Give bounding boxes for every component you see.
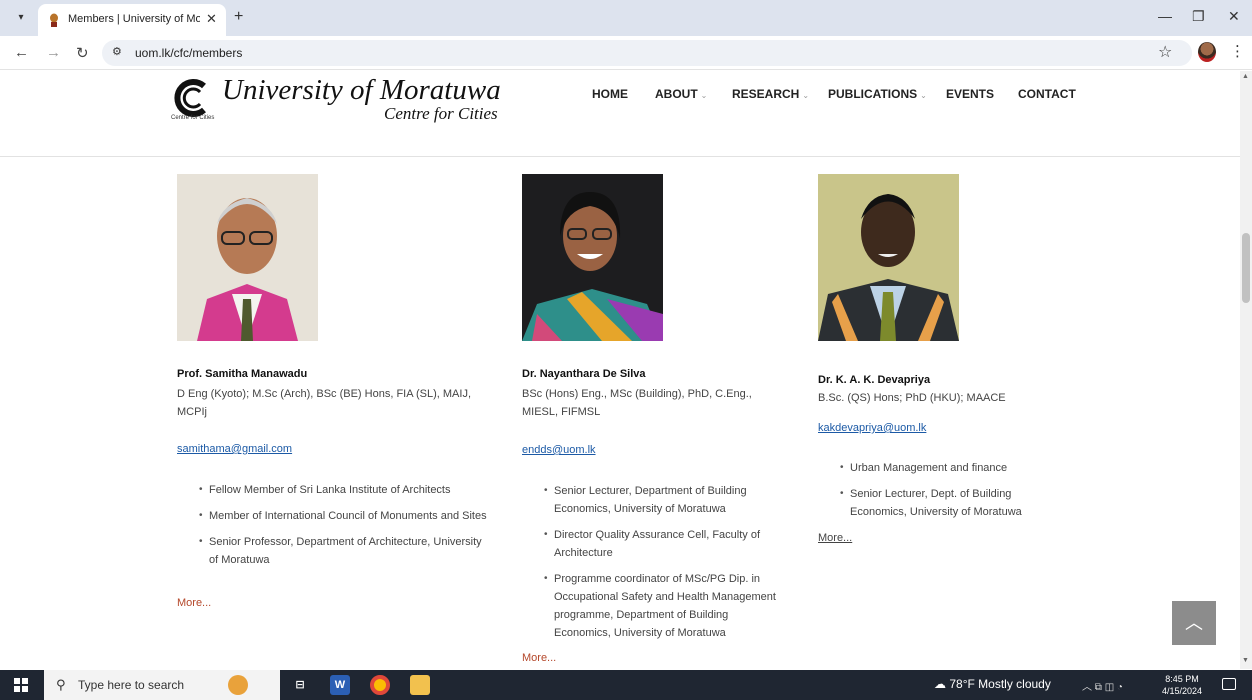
list-item: Senior Professor, Department of Architec… [177, 533, 487, 569]
member-more-link[interactable]: More... [177, 597, 211, 609]
logo-small-caption: Centre for Cities [171, 115, 215, 121]
task-view-icon[interactable]: ⊟ [290, 675, 310, 695]
scroll-down-icon[interactable]: ▼ [1242, 657, 1249, 664]
nav-contact-label: CONTACT [1018, 87, 1076, 101]
cloud-icon: ☁ [934, 677, 946, 691]
clock-time: 8:45 PM [1165, 674, 1199, 684]
logo-title: University of Moratuwa [222, 74, 501, 106]
member-more-link[interactable]: More... [522, 652, 556, 664]
header-divider [0, 156, 1240, 157]
member-email-link[interactable]: endds@uom.lk [522, 444, 596, 456]
close-window-icon[interactable]: ✕ [1228, 8, 1240, 25]
nav-events-label: EVENTS [946, 87, 995, 101]
logo-subtitle: Centre for Cities [384, 104, 498, 123]
tab-search-chevron-icon[interactable]: ▾ [10, 8, 32, 28]
chrome-app-icon[interactable] [370, 675, 390, 695]
university-favicon-icon [50, 13, 58, 27]
scrollbar-thumb[interactable] [1242, 233, 1250, 303]
nav-about[interactable]: ABOUT ⌄ [655, 87, 707, 101]
chevron-up-icon: ︿ [1185, 613, 1203, 633]
browser-tab-bar: ▾ Members | University of Moratu ✕ + — ❐… [0, 0, 1252, 36]
system-tray[interactable]: ︿ ⧉ ◫ ◔ [1082, 678, 1123, 693]
windows-start-icon[interactable] [14, 678, 28, 692]
bookmark-star-icon[interactable]: ☆ [1158, 42, 1172, 62]
nav-events[interactable]: EVENTS [946, 87, 994, 101]
address-bar[interactable]: ⚙ uom.lk/cfc/members [102, 40, 1192, 66]
search-highlight-icon[interactable] [228, 675, 248, 695]
new-tab-icon[interactable]: + [234, 8, 243, 26]
member-roles-list: Urban Management and finance Senior Lect… [818, 459, 1058, 529]
browser-tab[interactable]: Members | University of Moratu ✕ [38, 4, 226, 36]
reload-icon[interactable]: ↻ [76, 44, 89, 62]
weather-widget[interactable]: ☁ 78°F Mostly cloudy [934, 677, 1051, 691]
profile-avatar[interactable] [1198, 42, 1216, 62]
chevron-down-icon: ⌄ [802, 91, 810, 100]
forward-arrow-icon[interactable]: → [46, 44, 61, 61]
word-app-icon[interactable]: W [330, 675, 350, 695]
back-to-top-button[interactable]: ︿ [1172, 601, 1216, 645]
clock[interactable]: 8:45 PM 4/15/2024 [1162, 673, 1202, 697]
nav-publications[interactable]: PUBLICATIONS ⌄ [828, 87, 927, 101]
list-item: Urban Management and finance [818, 459, 1058, 477]
windows-taskbar: ⚲ Type here to search ⊟ W ☁ 78°F Mostly … [0, 670, 1252, 700]
list-item: Director Quality Assurance Cell, Faculty… [522, 526, 787, 562]
nav-publications-label: PUBLICATIONS [828, 87, 918, 101]
list-item: Senior Lecturer, Dept. of Building Econo… [818, 485, 1058, 521]
file-explorer-icon[interactable] [410, 675, 430, 695]
nav-home-label: HOME [592, 87, 628, 101]
site-logo[interactable]: Centre for Cities University of Moratuwa… [170, 74, 550, 132]
nav-about-label: ABOUT [655, 87, 698, 101]
member-qualifications: BSc (Hons) Eng., MSc (Building), PhD, C.… [522, 388, 752, 418]
member-name: Dr. Nayanthara De Silva [522, 368, 646, 380]
member-more-link[interactable]: More... [818, 532, 852, 544]
member-name: Prof. Samitha Manawadu [177, 368, 308, 380]
nav-home[interactable]: HOME [592, 87, 628, 101]
list-item: Programme coordinator of MSc/PG Dip. in … [522, 570, 787, 642]
page-scrollbar[interactable]: ▲ ▼ [1240, 71, 1252, 669]
member-name: Dr. K. A. K. Devapriya [818, 374, 931, 386]
member-roles-list: Senior Lecturer, Department of Building … [522, 482, 787, 650]
browser-toolbar: ← → ↻ ⚙ uom.lk/cfc/members [0, 36, 1252, 70]
taskbar-search-placeholder: Type here to search [78, 678, 185, 692]
nav-research-label: RESEARCH [732, 87, 800, 101]
minimize-icon[interactable]: — [1158, 8, 1172, 24]
chevron-down-icon: ⌄ [920, 91, 927, 100]
list-item: Member of International Council of Monum… [177, 507, 487, 525]
member-photo [818, 174, 959, 341]
member-qualifications: B.Sc. (QS) Hons; PhD (HKU); MAACE [818, 392, 1006, 404]
list-item: Senior Lecturer, Department of Building … [522, 482, 787, 518]
page-viewport: Centre for Cities University of Moratuwa… [0, 71, 1240, 669]
scroll-up-icon[interactable]: ▲ [1242, 73, 1249, 80]
back-arrow-icon[interactable]: ← [14, 44, 29, 61]
search-icon: ⚲ [56, 677, 66, 692]
maximize-icon[interactable]: ❐ [1192, 8, 1205, 25]
member-email-link[interactable]: samithama@gmail.com [177, 443, 292, 455]
nav-research[interactable]: RESEARCH ⌄ [732, 87, 809, 101]
member-qualifications: D Eng (Kyoto); M.Sc (Arch), BSc (BE) Hon… [177, 388, 472, 418]
browser-menu-icon[interactable]: ⋮ [1230, 42, 1245, 60]
close-tab-icon[interactable]: ✕ [206, 11, 217, 27]
url-text: uom.lk/cfc/members [135, 46, 243, 60]
member-photo [522, 174, 663, 341]
weather-text: 78°F Mostly cloudy [949, 677, 1051, 691]
member-roles-list: Fellow Member of Sri Lanka Institute of … [177, 481, 487, 577]
notification-icon[interactable] [1222, 678, 1236, 690]
member-photo [177, 174, 318, 341]
site-settings-icon[interactable]: ⚙ [112, 45, 122, 58]
chevron-down-icon: ⌄ [700, 91, 708, 100]
member-email-link[interactable]: kakdevapriya@uom.lk [818, 422, 926, 434]
list-item: Fellow Member of Sri Lanka Institute of … [177, 481, 487, 499]
centre-for-cities-logo-icon [174, 79, 206, 117]
tab-title: Members | University of Moratu [68, 13, 200, 25]
nav-contact[interactable]: CONTACT [1018, 87, 1076, 101]
clock-date: 4/15/2024 [1162, 686, 1203, 696]
